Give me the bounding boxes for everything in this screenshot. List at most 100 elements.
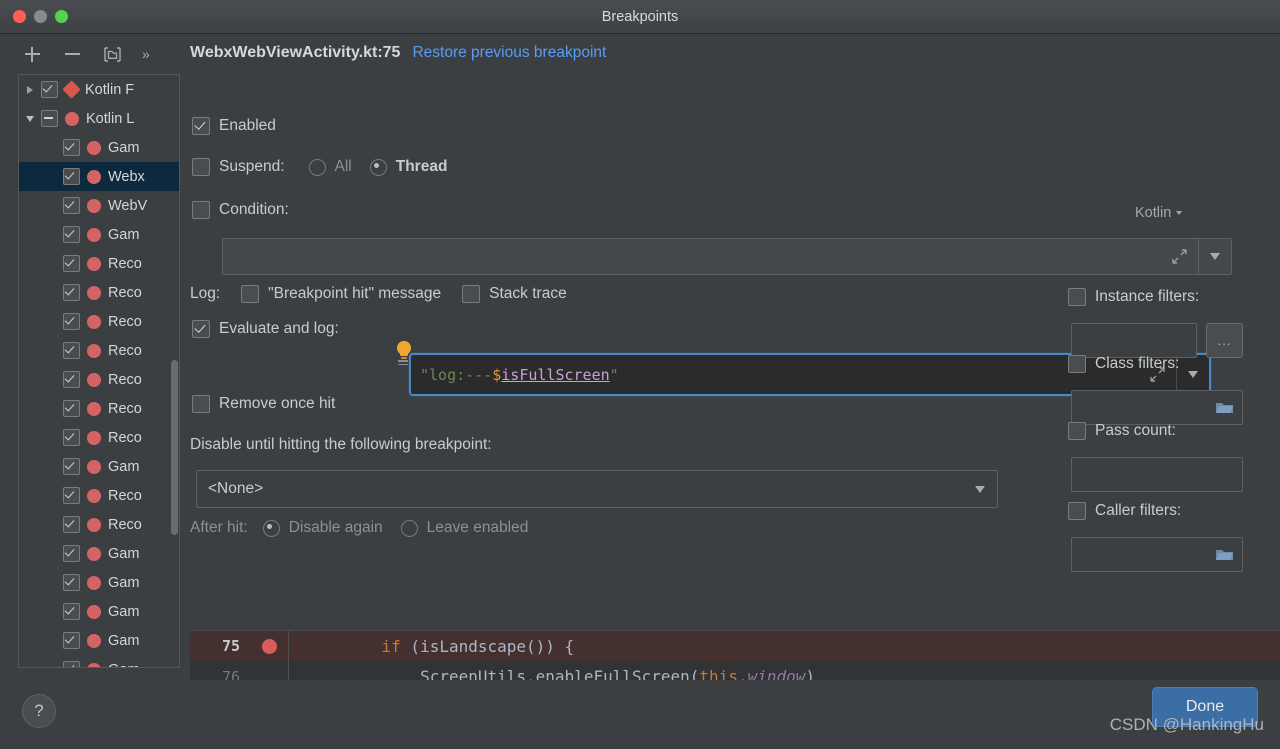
tree-row[interactable]: Reco	[19, 481, 179, 510]
pass-count-input[interactable]	[1071, 457, 1243, 492]
instance-filters-input[interactable]	[1071, 323, 1197, 358]
tree-scrollbar[interactable]	[171, 360, 178, 535]
evaluate-and-log-checkbox[interactable]	[192, 320, 210, 338]
tree-item-checkbox[interactable]	[63, 429, 80, 446]
stack-trace-checkbox[interactable]	[462, 285, 480, 303]
folder-icon[interactable]	[1215, 547, 1234, 562]
tree-row[interactable]: Reco	[19, 249, 179, 278]
tree-row[interactable]: Reco	[19, 278, 179, 307]
suspend-row[interactable]: Suspend: All Thread	[192, 158, 447, 176]
tree-item-checkbox[interactable]	[63, 139, 80, 156]
chevron-down-icon[interactable]	[963, 486, 997, 493]
breakpoint-gutter-slot[interactable]	[250, 639, 288, 654]
tree-row[interactable]: Kotlin L	[19, 104, 179, 133]
instance-filters-row[interactable]: Instance filters:	[1068, 288, 1199, 306]
evaluate-and-log-row[interactable]: Evaluate and log:	[192, 320, 339, 338]
tree-item-checkbox[interactable]	[63, 661, 80, 668]
tree-item-checkbox[interactable]	[41, 81, 58, 98]
folder-icon[interactable]	[1215, 400, 1234, 415]
tree-row[interactable]: Gam	[19, 539, 179, 568]
evaluate-expression-input[interactable]: "log:---$isFullScreen"	[411, 355, 1138, 394]
tree-item-checkbox[interactable]	[63, 400, 80, 417]
chevron-down-icon[interactable]	[19, 116, 41, 122]
tree-row[interactable]: Gam	[19, 220, 179, 249]
tree-row[interactable]: Gam	[19, 568, 179, 597]
tree-item-checkbox[interactable]	[41, 110, 58, 127]
after-hit-disable-again-radio[interactable]	[263, 520, 280, 537]
suspend-all-radio[interactable]	[309, 159, 326, 176]
tree-item-checkbox[interactable]	[63, 313, 80, 330]
after-hit-leave-enabled-radio[interactable]	[401, 520, 418, 537]
evaluate-history-dropdown[interactable]	[1176, 355, 1209, 394]
class-filters-checkbox[interactable]	[1068, 355, 1086, 373]
tree-row[interactable]: WebV	[19, 191, 179, 220]
tree-row[interactable]: Gam	[19, 626, 179, 655]
disable-until-select[interactable]: <None>	[196, 470, 998, 508]
tree-row[interactable]: Gam	[19, 655, 179, 668]
add-breakpoint-button[interactable]	[22, 44, 42, 64]
caller-filters-checkbox[interactable]	[1068, 502, 1086, 520]
instance-filters-browse-button[interactable]: ...	[1206, 323, 1243, 358]
tree-item-checkbox[interactable]	[63, 516, 80, 533]
suspend-thread-radio[interactable]	[370, 159, 387, 176]
tree-item-checkbox[interactable]	[63, 255, 80, 272]
folder-icon[interactable]	[102, 44, 122, 64]
tree-item-checkbox[interactable]	[63, 168, 80, 185]
class-filters-label: Class filters:	[1095, 355, 1179, 373]
restore-previous-breakpoint-link[interactable]: Restore previous breakpoint	[412, 44, 606, 62]
class-filters-input[interactable]	[1071, 390, 1243, 425]
breakpoint-hit-message-checkbox[interactable]	[241, 285, 259, 303]
pass-count-checkbox[interactable]	[1068, 422, 1086, 440]
breakpoints-tree[interactable]: Kotlin FKotlin LGamWebxWebVGamRecoRecoRe…	[18, 74, 180, 668]
tree-item-checkbox[interactable]	[63, 603, 80, 620]
maximize-button[interactable]	[55, 10, 68, 23]
tree-row[interactable]: Reco	[19, 394, 179, 423]
tree-item-checkbox[interactable]	[63, 342, 80, 359]
expand-editor-icon[interactable]	[1160, 239, 1198, 274]
tree-row[interactable]: Reco	[19, 510, 179, 539]
tree-row[interactable]: Reco	[19, 365, 179, 394]
remove-once-hit-checkbox[interactable]	[192, 395, 210, 413]
condition-checkbox[interactable]	[192, 201, 210, 219]
tree-row[interactable]: Gam	[19, 133, 179, 162]
tree-item-checkbox[interactable]	[63, 632, 80, 649]
caller-filters-input[interactable]	[1071, 537, 1243, 572]
caller-filters-row[interactable]: Caller filters:	[1068, 502, 1181, 520]
condition-language-selector[interactable]: Kotlin	[1135, 205, 1182, 221]
after-hit-row[interactable]: After hit: Disable again Leave enabled	[190, 519, 528, 537]
instance-filters-checkbox[interactable]	[1068, 288, 1086, 306]
tree-item-checkbox[interactable]	[63, 371, 80, 388]
tree-item-checkbox[interactable]	[63, 574, 80, 591]
condition-expression-field[interactable]	[222, 238, 1232, 275]
tree-row[interactable]: Reco	[19, 423, 179, 452]
tree-row[interactable]: Reco	[19, 336, 179, 365]
remove-breakpoint-button[interactable]	[62, 44, 82, 64]
tree-item-checkbox[interactable]	[63, 226, 80, 243]
pass-count-row[interactable]: Pass count:	[1068, 422, 1176, 440]
remove-once-hit-row[interactable]: Remove once hit	[192, 395, 335, 413]
tree-item-checkbox[interactable]	[63, 458, 80, 475]
suspend-checkbox[interactable]	[192, 158, 210, 176]
enabled-checkbox[interactable]	[192, 117, 210, 135]
tree-item-checkbox[interactable]	[63, 545, 80, 562]
minimize-button[interactable]	[34, 10, 47, 23]
condition-expression-input[interactable]	[223, 239, 1160, 274]
tree-row[interactable]: Reco	[19, 307, 179, 336]
tree-row[interactable]: Kotlin F	[19, 75, 179, 104]
tree-row[interactable]: Gam	[19, 452, 179, 481]
condition-row[interactable]: Condition:	[192, 201, 289, 219]
tree-item-checkbox[interactable]	[63, 284, 80, 301]
chevron-right-icon[interactable]	[19, 86, 41, 94]
done-button[interactable]: Done	[1152, 687, 1258, 727]
breakpoint-dot-icon[interactable]	[262, 639, 277, 654]
more-options-icon[interactable]: »	[142, 46, 149, 62]
close-button[interactable]	[13, 10, 26, 23]
tree-row[interactable]: Gam	[19, 597, 179, 626]
help-button[interactable]: ?	[22, 694, 56, 728]
tree-row[interactable]: Webx	[19, 162, 179, 191]
tree-item-checkbox[interactable]	[63, 197, 80, 214]
tree-item-checkbox[interactable]	[63, 487, 80, 504]
condition-history-dropdown[interactable]	[1198, 239, 1231, 274]
class-filters-row[interactable]: Class filters:	[1068, 355, 1179, 373]
enabled-row[interactable]: Enabled	[192, 117, 276, 135]
